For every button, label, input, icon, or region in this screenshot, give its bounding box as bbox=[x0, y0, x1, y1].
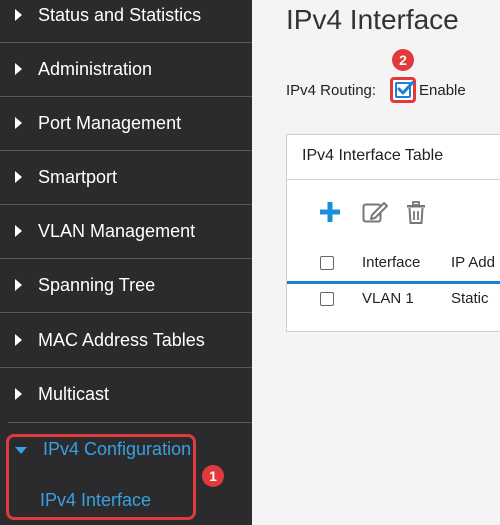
sidebar-item-spanning-tree[interactable]: Spanning Tree bbox=[0, 258, 252, 312]
sidebar-item-label: VLAN Management bbox=[38, 220, 196, 241]
sidebar-item-label: Multicast bbox=[38, 383, 110, 404]
panel-header: IPv4 Interface Table bbox=[287, 135, 500, 180]
sidebar-item-multicast[interactable]: Multicast bbox=[0, 367, 252, 421]
enable-label: Enable bbox=[419, 82, 466, 99]
chevron-right-icon bbox=[15, 63, 22, 75]
sidebar-item-administration[interactable]: Administration bbox=[0, 42, 252, 96]
chevron-right-icon bbox=[15, 388, 22, 400]
checkbox-icon bbox=[395, 81, 415, 98]
chevron-right-icon bbox=[15, 117, 22, 129]
sidebar: Status and Statistics Administration Por… bbox=[0, 0, 252, 525]
sidebar-item-vlan-management[interactable]: VLAN Management bbox=[0, 204, 252, 258]
sidebar-item-label: Port Management bbox=[38, 112, 182, 133]
main-content: IPv4 Interface 2 IPv4 Routing: Enable IP… bbox=[252, 0, 500, 525]
sidebar-item-label: MAC Address Tables bbox=[38, 329, 205, 350]
highlight-box bbox=[6, 434, 196, 520]
chevron-right-icon bbox=[15, 9, 22, 21]
column-header-interface[interactable]: Interface bbox=[362, 254, 420, 271]
ipv4-routing-label: IPv4 Routing: bbox=[286, 82, 377, 99]
chevron-right-icon bbox=[15, 279, 22, 291]
table-cell-ip-type: Static bbox=[451, 290, 489, 307]
chevron-right-icon bbox=[15, 225, 22, 237]
chevron-right-icon bbox=[15, 171, 22, 183]
sidebar-item-mac-address-tables[interactable]: MAC Address Tables bbox=[0, 313, 252, 367]
enable-checkbox[interactable] bbox=[390, 77, 416, 103]
delete-icon[interactable] bbox=[405, 201, 427, 230]
table-cell-interface: VLAN 1 bbox=[362, 290, 414, 307]
ipv4-interface-table-panel: IPv4 Interface Table Interface IP Add VL… bbox=[286, 134, 500, 332]
step-badge: 2 bbox=[392, 49, 414, 71]
edit-icon[interactable] bbox=[362, 201, 388, 228]
add-icon[interactable] bbox=[319, 201, 341, 228]
sidebar-item-label: Administration bbox=[38, 58, 153, 79]
sidebar-item-label: Smartport bbox=[38, 166, 118, 187]
panel-title: IPv4 Interface Table bbox=[302, 147, 444, 164]
sidebar-item-label: Status and Statistics bbox=[38, 4, 202, 25]
table-header-rule bbox=[287, 281, 500, 284]
page-title: IPv4 Interface bbox=[286, 4, 459, 35]
sidebar-item-port-management[interactable]: Port Management bbox=[0, 96, 252, 150]
sidebar-item-smartport[interactable]: Smartport bbox=[0, 150, 252, 204]
row-checkbox[interactable] bbox=[320, 292, 334, 306]
step-badge: 1 bbox=[202, 465, 224, 487]
sidebar-item-status-and-statistics[interactable]: Status and Statistics bbox=[0, 0, 252, 42]
column-header-ip-address[interactable]: IP Add bbox=[451, 254, 495, 271]
chevron-right-icon bbox=[15, 334, 22, 346]
sidebar-item-label: Spanning Tree bbox=[38, 274, 156, 295]
select-all-checkbox[interactable] bbox=[320, 256, 334, 270]
